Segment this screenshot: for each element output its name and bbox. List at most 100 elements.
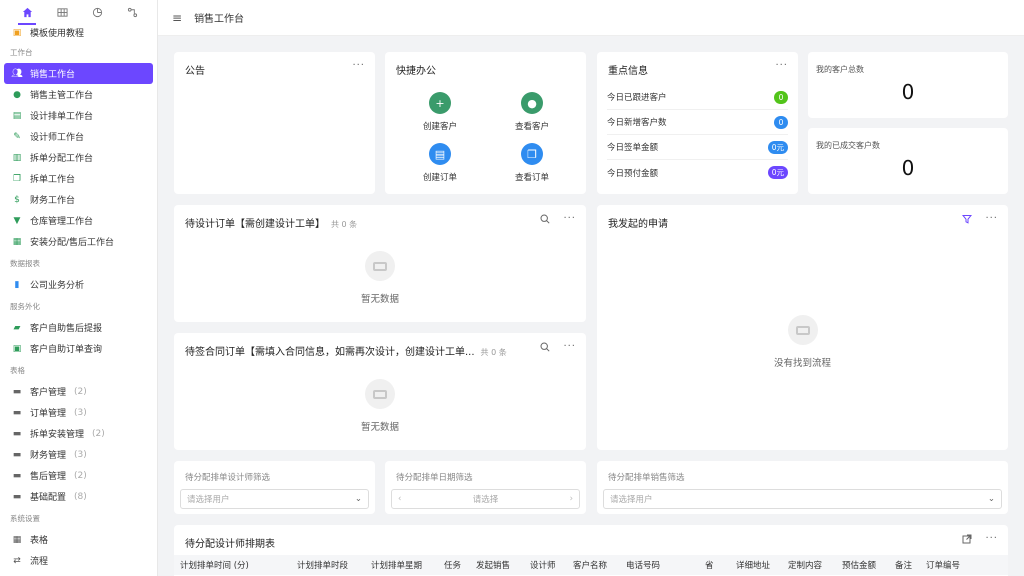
more-icon[interactable]: ··· [352, 60, 365, 71]
create-customer-button[interactable]: + 创建客户 [410, 92, 470, 132]
quick-item-label: 创建订单 [422, 173, 457, 183]
folder-icon: ▬ [12, 449, 22, 460]
id-card-icon: ▥ [12, 152, 22, 163]
home-icon[interactable] [18, 3, 36, 25]
sidebar-item-split-workbench[interactable]: ❐ 拆单工作台 [0, 168, 157, 189]
sidebar-item-sales-workbench[interactable]: 👥︎ 销售工作台 [4, 63, 153, 84]
quick-item-label: 创建客户 [422, 122, 457, 132]
empty-text: 暂无数据 [360, 422, 399, 433]
sidebar: ▣ 模板使用教程 工作台 👥︎ 销售工作台 ● 销售主管工作台 ▤ 设计排单工作… [0, 0, 158, 576]
column-header[interactable]: 详细地址 [730, 559, 782, 571]
chart-pie-icon[interactable] [88, 3, 106, 21]
quick-item-label: 查看订单 [514, 173, 549, 183]
page-title: 销售工作台 [194, 14, 245, 25]
more-icon[interactable]: ··· [985, 213, 998, 224]
sidebar-item-system-forms[interactable]: ▦ 表格 [0, 529, 157, 550]
sidebar-item-tutorial[interactable]: ▣ 模板使用教程 [0, 24, 157, 41]
item-count: (2) [92, 428, 105, 439]
search-icon[interactable] [540, 214, 550, 227]
column-header[interactable]: 设计师 [524, 559, 567, 571]
more-icon[interactable]: ··· [563, 341, 576, 352]
more-icon[interactable]: ··· [985, 533, 998, 544]
info-label: 今日预付金额 [607, 168, 659, 179]
cart-icon: ▼ [13, 215, 21, 226]
external-link-icon[interactable] [962, 534, 972, 547]
sidebar-item-designer-workbench[interactable]: ✎ 设计师工作台 [0, 126, 157, 147]
sidebar-item-aftersale-mgmt[interactable]: ▬ 售后管理 (2) [0, 465, 157, 486]
sidebar-item-split-install-mgmt[interactable]: ▬ 拆单安装管理 (2) [0, 423, 157, 444]
sidebar-item-sales-manager-workbench[interactable]: ● 销售主管工作台 [0, 84, 157, 105]
menu-icon[interactable]: ≡ [172, 11, 182, 25]
sidebar-item-self-service-report[interactable]: ▰ 客户自助售后提报 [0, 317, 157, 338]
column-header[interactable]: 任务 [438, 559, 470, 571]
stat-value: 0 [901, 156, 915, 180]
folder-icon: ▬ [12, 386, 22, 397]
column-header[interactable]: 预估金额 [836, 559, 889, 571]
sidebar-item-business-analysis[interactable]: ▮ 公司业务分析 [0, 274, 157, 295]
table-icon: ▦ [12, 534, 22, 545]
sidebar-item-self-order-query[interactable]: ▣ 客户自助订单查询 [0, 338, 157, 359]
sidebar-item-finance-mgmt[interactable]: ▬ 财务管理 (3) [0, 444, 157, 465]
clipboard-icon: ▣ [12, 27, 22, 38]
sidebar-group-system: 系统设置 [10, 513, 40, 523]
sidebar-item-label: 设计排单工作台 [30, 112, 94, 122]
sidebar-item-system-flow[interactable]: ⇄ 流程 [0, 550, 157, 571]
filter-label: 待分配排单销售筛选 [608, 473, 685, 483]
column-header[interactable]: 计划排单时间 (分) [174, 559, 291, 571]
folder-icon: ▬ [12, 428, 22, 439]
sidebar-item-finance-workbench[interactable]: $ 财务工作台 [0, 189, 157, 210]
sidebar-item-label: 仓库管理工作台 [30, 217, 94, 227]
sidebar-item-design-schedule-workbench[interactable]: ▤ 设计排单工作台 [0, 105, 157, 126]
filter-icon[interactable] [961, 214, 973, 227]
designer-select[interactable]: 请选择用户 ⌄ [180, 489, 369, 509]
view-customer-button[interactable]: ● 查看客户 [502, 92, 562, 132]
create-order-button[interactable]: ▤ 创建订单 [410, 143, 470, 183]
sidebar-item-label: 基础配置 [30, 493, 67, 503]
view-order-button[interactable]: ❐ 查看订单 [502, 143, 562, 183]
empty-state: 暂无数据 [174, 379, 586, 433]
search-icon[interactable] [540, 342, 550, 355]
column-header[interactable]: 客户名称 [567, 559, 620, 571]
sidebar-item-label: 流程 [30, 557, 49, 567]
select-placeholder: 请选择用户 [187, 495, 230, 505]
sidebar-item-split-assign-workbench[interactable]: ▥ 拆单分配工作台 [0, 147, 157, 168]
sales-filter-card: 待分配排单销售筛选 请选择用户 ⌄ [597, 461, 1008, 514]
column-header[interactable]: 发起销售 [470, 559, 524, 571]
sidebar-item-order-mgmt[interactable]: ▬ 订单管理 (3) [0, 402, 157, 423]
chevron-down-icon: ⌄ [987, 494, 995, 504]
column-header[interactable]: 省 [699, 559, 730, 571]
empty-text: 暂无数据 [360, 294, 399, 305]
sidebar-item-base-config[interactable]: ▬ 基础配置 (8) [0, 486, 157, 507]
sidebar-item-label: 销售工作台 [30, 70, 76, 80]
chevron-left-icon[interactable]: ‹ [398, 494, 401, 504]
stat-label: 我的客户总数 [816, 65, 864, 74]
column-header[interactable]: 订单编号 [920, 559, 980, 571]
workflow-icon[interactable] [123, 3, 141, 21]
quick-item-label: 查看客户 [514, 122, 549, 132]
column-header[interactable]: 计划排单时段 [291, 559, 365, 571]
date-select[interactable]: ‹ 请选择 › [391, 489, 580, 509]
sidebar-item-customer-mgmt[interactable]: ▬ 客户管理 (2) [0, 381, 157, 402]
column-header[interactable]: 电话号码 [620, 559, 699, 571]
stat-value: 0 [901, 80, 915, 104]
empty-state: 暂无数据 [174, 251, 586, 305]
pending-contract-card: 待签合同订单【需填入合同信息，如需再次设计，创建设计工单... 共 0 条 ···… [174, 333, 586, 450]
item-count: (8) [74, 491, 87, 502]
sidebar-item-install-workbench[interactable]: ▦ 安装分配/售后工作台 [0, 231, 157, 252]
table-header: 计划排单时间 (分) 计划排单时段 计划排单星期 任务 发起销售 设计师 客户名… [174, 555, 1008, 575]
column-header[interactable]: 定制内容 [782, 559, 836, 571]
designer-filter-card: 待分配排单设计师筛选 请选择用户 ⌄ [174, 461, 375, 514]
sales-select[interactable]: 请选择用户 ⌄ [603, 489, 1002, 509]
grid-icon[interactable] [53, 3, 71, 21]
more-icon[interactable]: ··· [775, 60, 788, 71]
sidebar-tabs [0, 0, 157, 25]
sidebar-item-warehouse-workbench[interactable]: ▼ 仓库管理工作台 [0, 210, 157, 231]
column-header[interactable]: 备注 [889, 559, 920, 571]
chevron-right-icon[interactable]: › [570, 494, 573, 504]
more-icon[interactable]: ··· [563, 213, 576, 224]
dollar-icon: $ [14, 194, 20, 205]
stat-label: 我的已成交客户数 [816, 141, 880, 150]
column-header[interactable]: 计划排单星期 [365, 559, 438, 571]
pencil-icon: ✎ [13, 131, 21, 142]
users-icon: 👥︎ [11, 68, 23, 79]
